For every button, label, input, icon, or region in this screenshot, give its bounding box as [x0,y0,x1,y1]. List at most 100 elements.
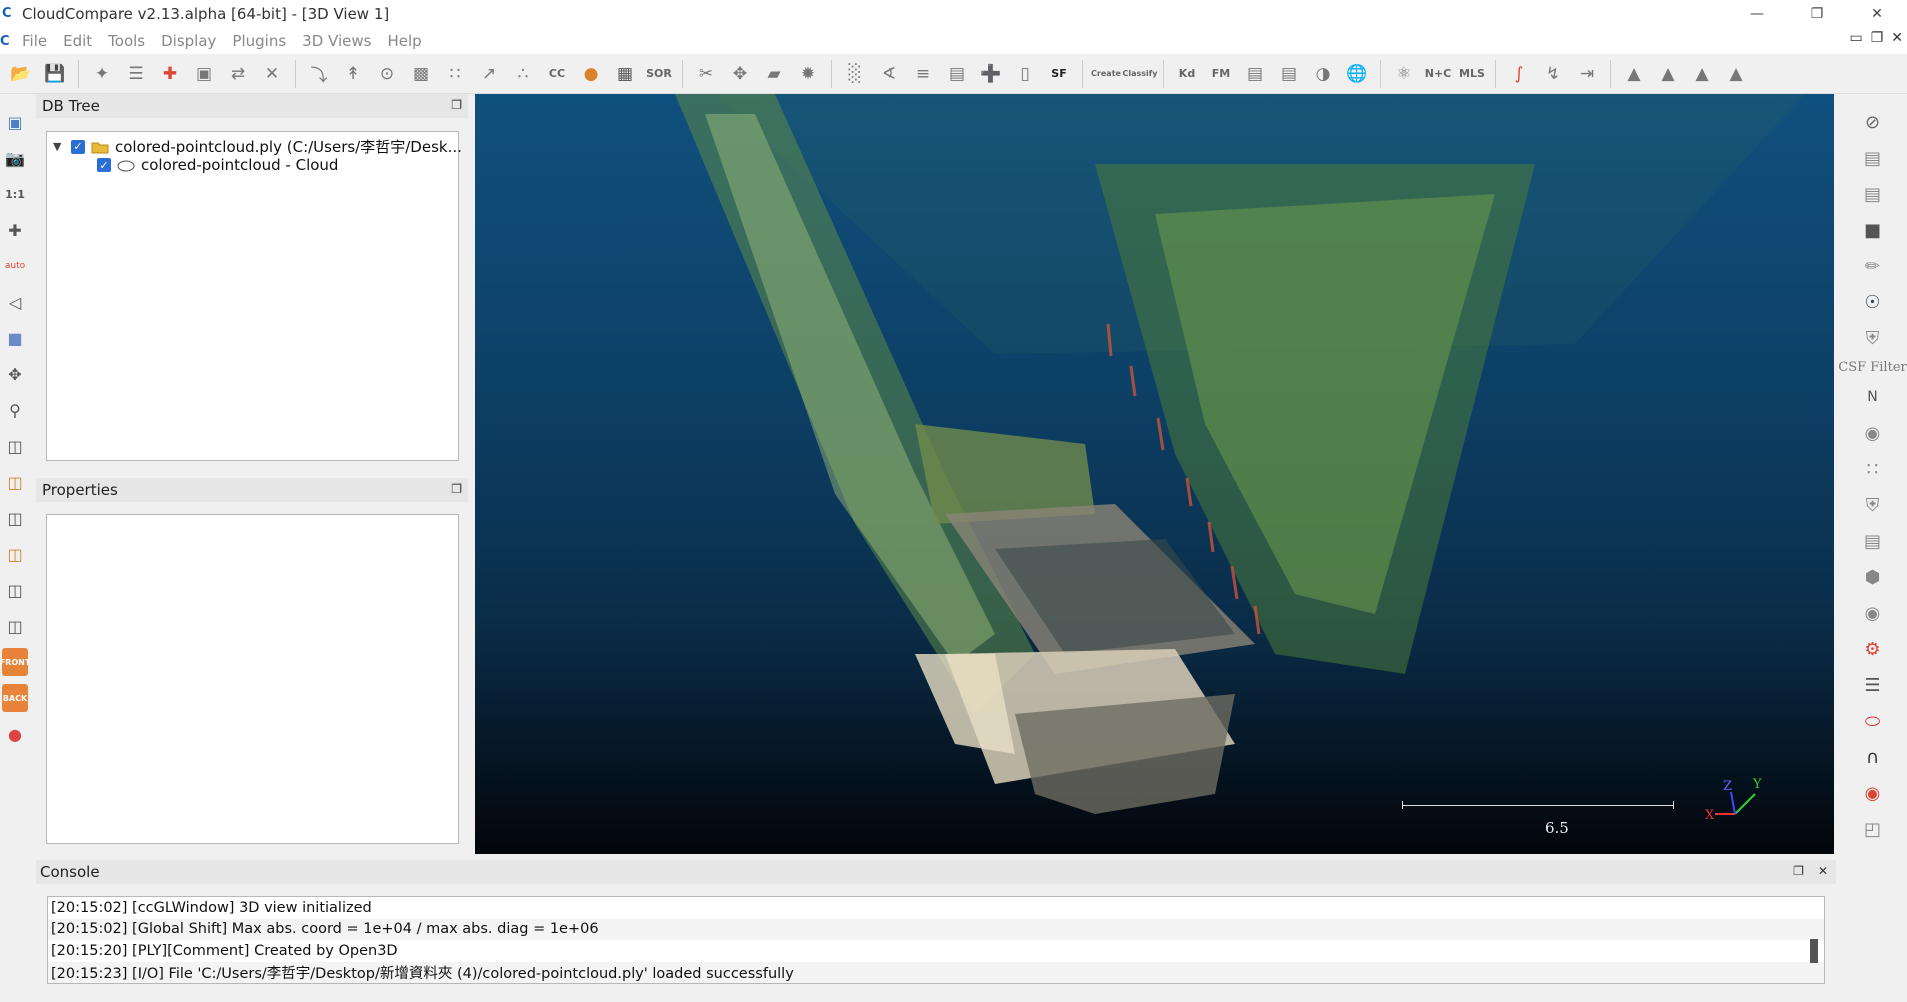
sf-icon[interactable]: SF [1044,59,1074,89]
menu-file[interactable]: File [14,32,55,50]
shield-2-icon[interactable]: ⛨ [1857,491,1889,519]
point-picking-icon[interactable]: ✦ [87,59,117,89]
camera-icon[interactable]: 📷 [2,144,28,172]
fm-icon[interactable]: FM [1206,59,1236,89]
sphere-icon[interactable]: ◑ [1308,59,1338,89]
view-front-cube-icon[interactable]: FRONT [0,648,30,676]
console-scrollbar[interactable] [1810,939,1818,963]
save-icon[interactable]: 💾 [40,59,70,89]
terrain-2-icon[interactable]: ▲ [1653,59,1683,89]
file-checkbox[interactable]: ✓ [71,139,85,154]
perspective-icon[interactable]: ◁ [2,288,28,316]
view-top-icon[interactable]: ◫ [2,432,28,460]
float-dock-icon[interactable]: ❐ [451,98,462,112]
m3c2-icon[interactable]: ∷ [1857,455,1889,483]
view-back-icon[interactable]: ◫ [2,612,28,640]
view-right-icon[interactable]: ◫ [2,540,28,568]
terrain-4-icon[interactable]: ▲ [1721,59,1751,89]
mdi-close-button[interactable]: ✕ [1891,30,1903,46]
bin-icon[interactable]: ▯ [1010,59,1040,89]
globe-icon[interactable]: 🌐 [1342,59,1372,89]
collapse-arrow-icon[interactable]: ▼ [53,140,65,153]
arch-icon[interactable]: ∩ [1857,743,1889,771]
view-screen-icon[interactable]: ▣ [2,108,28,136]
segment-icon[interactable]: ✂ [691,59,721,89]
menu-display[interactable]: Display [153,32,224,50]
view-front-icon[interactable]: ◫ [2,468,28,496]
minimize-button[interactable]: — [1727,0,1787,28]
subsample-icon[interactable]: ⇄ [223,59,253,89]
menu-tools[interactable]: Tools [100,32,153,50]
menu-help[interactable]: Help [379,32,429,50]
terrain-1-icon[interactable]: ▲ [1619,59,1649,89]
move-icon[interactable]: ✥ [2,360,28,388]
shield-icon[interactable]: ⛨ [1857,324,1889,352]
sample-points-icon[interactable]: ⊙ [372,59,402,89]
export-icon[interactable]: ▤ [1240,59,1270,89]
stereo-icon[interactable]: ● [2,720,28,748]
cube-icon[interactable]: ■ [2,324,28,352]
max-icon[interactable]: ≡ [908,59,938,89]
csv-icon[interactable]: ▤ [1274,59,1304,89]
zoom-icon[interactable]: ⚲ [2,396,28,424]
3d-view[interactable]: 6.5 Y X Z [475,94,1834,854]
pcv-icon[interactable]: ▤ [1857,527,1889,555]
gear-icon[interactable]: ⚙ [1857,635,1889,663]
clapper-icon[interactable]: ■ [1857,216,1889,244]
open-file-icon[interactable]: 📂 [6,59,36,89]
zoom-1-1-icon[interactable]: 1:1 [2,180,28,208]
console-log[interactable]: [20:15:02] [ccGLWindow] 3D view initiali… [47,896,1825,984]
distance-icon[interactable]: ↗ [474,59,504,89]
menu-3d-views[interactable]: 3D Views [294,32,379,50]
view-bottom-icon[interactable]: ◫ [2,576,28,604]
view-left-icon[interactable]: ◫ [2,504,28,532]
menu-edit[interactable]: Edit [55,32,100,50]
plugin-orange-icon[interactable]: ● [576,59,606,89]
checkerboard-icon[interactable]: ▦ [610,59,640,89]
console-close-icon[interactable]: ✕ [1818,864,1828,878]
section-icon[interactable]: ∫ [1504,59,1534,89]
hough-icon[interactable]: ⚛ [1389,59,1419,89]
orient-normals-icon[interactable]: ↟ [338,59,368,89]
close-button[interactable]: ✕ [1847,0,1907,28]
console-float-icon[interactable]: ❐ [1793,864,1804,878]
pen-icon[interactable]: ✏ [1857,252,1889,280]
bug-icon[interactable]: ◉ [1857,779,1889,807]
gradient-icon[interactable]: ∢ [874,59,904,89]
add-point-icon[interactable]: ✚ [155,59,185,89]
menu-plugins[interactable]: Plugins [224,32,294,50]
plus-icon[interactable]: ➕ [976,59,1006,89]
trace-icon[interactable]: ↯ [1538,59,1568,89]
plane-icon[interactable]: ▰ [759,59,789,89]
table-icon[interactable]: ▤ [942,59,972,89]
histogram-icon[interactable]: ░ [840,59,870,89]
kd-icon[interactable]: Kd [1172,59,1202,89]
noise-filter-icon[interactable]: ∷ [440,59,470,89]
compass-icon[interactable]: ☉ [1857,288,1889,316]
translate-icon[interactable]: ✥ [725,59,755,89]
auto-pivot-icon[interactable]: auto [2,252,28,280]
delete-icon[interactable]: ✕ [257,59,287,89]
image-icon[interactable]: ▤ [1857,144,1889,172]
mls-icon[interactable]: MLS [1457,59,1487,89]
mdi-minimize-button[interactable]: ▭ [1849,30,1862,46]
image-2-icon[interactable]: ▤ [1857,180,1889,208]
tree-item-cloud[interactable]: ✓ colored-pointcloud - Cloud [91,156,338,174]
ellipse-icon[interactable]: ⬭ [1857,707,1889,735]
no-entry-icon[interactable]: ⊘ [1857,108,1889,136]
cc-icon[interactable]: CC [542,59,572,89]
canupo-classify-icon[interactable]: Classify [1123,59,1158,89]
view-back-cube-icon[interactable]: BACK [2,684,28,712]
cloud-to-cloud-icon[interactable]: ∴ [508,59,538,89]
density-icon[interactable]: ▩ [406,59,436,89]
restore-button[interactable]: ❐ [1787,0,1847,28]
pivot-icon[interactable]: ✚ [2,216,28,244]
csf-filter-label[interactable]: CSF Filter [1838,360,1906,375]
align-icon[interactable]: ✹ [793,59,823,89]
layers-icon[interactable]: ☰ [1857,671,1889,699]
mdi-restore-button[interactable]: ❐ [1871,30,1884,46]
float-dock-icon[interactable]: ❐ [451,482,462,496]
properties-panel[interactable] [46,514,459,844]
normals-icon[interactable]: ⤵ [304,59,334,89]
cap-icon[interactable]: ◰ [1857,815,1889,843]
